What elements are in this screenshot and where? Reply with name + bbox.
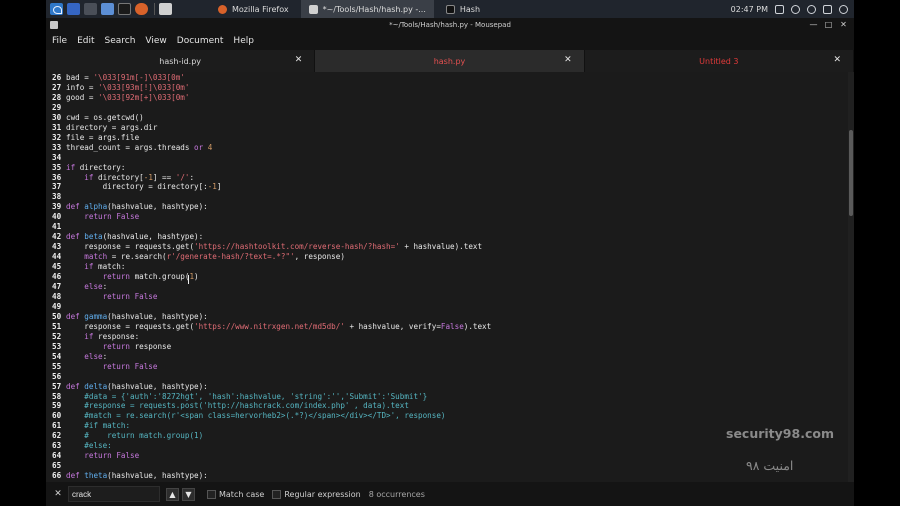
match-case-checkbox[interactable] — [207, 489, 216, 499]
clock[interactable]: 02:47 PM — [731, 5, 768, 14]
code-editor[interactable]: 26 bad = '\033[91m[-]\033[0m' 27 info = '\… — [46, 72, 854, 482]
tab-label: Untitled 3 — [699, 56, 739, 66]
terminal-icon[interactable] — [118, 3, 131, 15]
menu-file[interactable]: File — [52, 36, 67, 46]
menu-bar: File Edit Search View Document Help — [46, 32, 854, 50]
tab-hash-id[interactable]: hash-id.py ✕ — [46, 50, 316, 72]
taskbar-separator — [154, 3, 155, 15]
task-label: Mozilla Firefox — [232, 4, 289, 14]
mousepad-icon — [308, 4, 318, 14]
close-search-button[interactable]: ✕ — [50, 489, 66, 499]
firefox-icon — [218, 4, 227, 14]
task-firefox[interactable]: Mozilla Firefox — [210, 0, 297, 18]
tab-close-button[interactable]: ✕ — [564, 55, 572, 65]
menu-view[interactable]: View — [145, 36, 166, 46]
regex-checkbox[interactable] — [272, 489, 282, 499]
vertical-scrollbar[interactable] — [848, 72, 854, 482]
tab-label: hash.py — [433, 56, 466, 66]
scrollbar-thumb[interactable] — [849, 130, 853, 216]
workspace-1-icon[interactable] — [67, 3, 80, 15]
app-icon — [50, 21, 58, 29]
text-cursor-icon — [188, 275, 193, 284]
kali-menu-icon[interactable] — [50, 3, 63, 15]
menu-help[interactable]: Help — [233, 36, 254, 46]
menu-edit[interactable]: Edit — [77, 36, 94, 46]
window-titlebar[interactable]: *~/Tools/Hash/hash.py - Mousepad — □ ✕ — [46, 18, 854, 32]
menu-document[interactable]: Document — [177, 36, 224, 46]
previous-match-button[interactable]: ▲ — [166, 487, 179, 501]
occurrence-count: 8 occurrences — [368, 489, 425, 499]
regex-label[interactable]: Regular expression — [284, 490, 360, 499]
tab-label: hash-id.py — [159, 56, 202, 66]
watermark-en: security98.com — [726, 426, 834, 441]
task-label: Hash — [459, 4, 481, 14]
power-icon[interactable] — [839, 4, 848, 14]
firefox-launcher-icon[interactable] — [135, 3, 148, 15]
code-text[interactable]: 26 bad = '\033[91m[-]\033[0m' 27 info = '\… — [52, 73, 491, 481]
task-mousepad[interactable]: *~/Tools/Hash/hash.py -... — [300, 0, 434, 18]
volume-icon[interactable] — [791, 4, 800, 14]
tab-hash[interactable]: hash.py ✕ — [315, 50, 585, 72]
window-title: *~/Tools/Hash/hash.py - Mousepad — [389, 21, 511, 29]
minimize-button[interactable]: — — [809, 20, 818, 29]
task-terminal[interactable]: Hash — [438, 0, 488, 18]
tab-close-button[interactable]: ✕ — [833, 55, 841, 65]
lock-icon[interactable] — [823, 4, 832, 14]
terminal-task-icon — [445, 4, 455, 14]
file-manager-icon[interactable] — [101, 3, 114, 15]
editor-launcher-icon[interactable] — [159, 3, 172, 15]
system-tray: 02:47 PM — [731, 4, 854, 14]
display-icon[interactable] — [775, 4, 784, 14]
tab-close-button[interactable]: ✕ — [295, 55, 303, 65]
workspace-2-icon[interactable] — [84, 3, 97, 15]
top-taskbar: Mozilla Firefox *~/Tools/Hash/hash.py -.… — [46, 0, 854, 18]
menu-search[interactable]: Search — [105, 36, 136, 46]
watermark-fa: امنیت ۹۸ — [746, 458, 794, 473]
next-match-button[interactable]: ▼ — [182, 487, 195, 501]
match-case-label[interactable]: Match case — [219, 490, 264, 499]
search-input[interactable] — [68, 486, 160, 502]
close-window-button[interactable]: ✕ — [839, 20, 848, 29]
maximize-button[interactable]: □ — [824, 20, 833, 29]
tab-untitled-3[interactable]: Untitled 3 ✕ — [585, 50, 854, 72]
notifications-icon[interactable] — [807, 4, 816, 14]
search-bar: ✕ ▲ ▼ Match case Regular expression 8 oc… — [46, 482, 854, 506]
task-label: *~/Tools/Hash/hash.py -... — [322, 4, 426, 14]
document-tabs: hash-id.py ✕ hash.py ✕ Untitled 3 ✕ — [46, 50, 854, 72]
